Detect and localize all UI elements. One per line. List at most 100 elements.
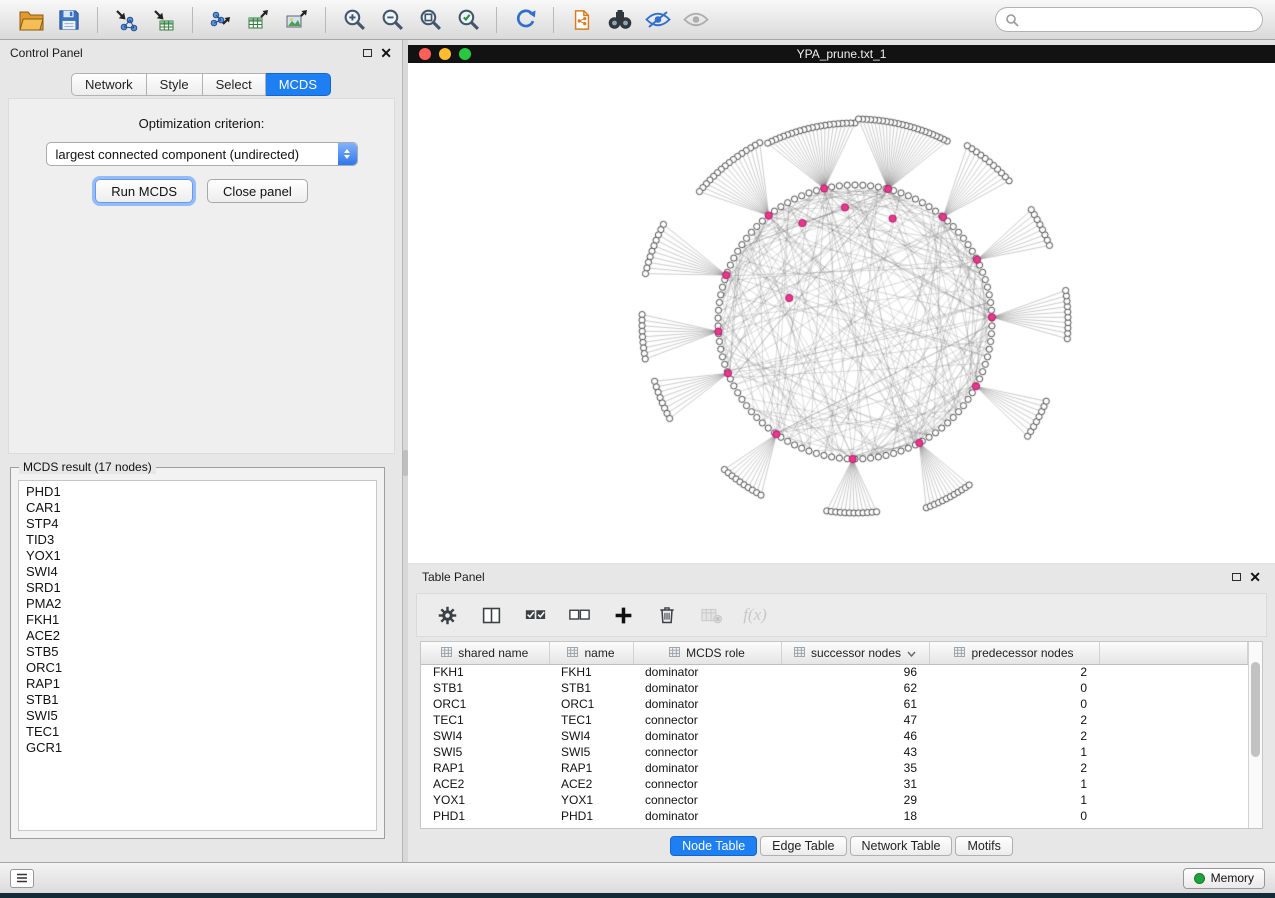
control-panel-close-icon[interactable]: ✕ [380,46,392,60]
criterion-value: largest connected component (undirected) [47,147,300,162]
mcds-result-item[interactable]: SWI4 [26,564,376,580]
mcds-result-item[interactable]: RAP1 [26,676,376,692]
find-button[interactable] [601,4,639,36]
memory-button[interactable]: Memory [1183,868,1265,889]
table-toolbar: f(x) [416,593,1267,637]
node-table[interactable]: shared namenameMCDS rolesuccessor nodesp… [421,642,1248,824]
tab-node-table[interactable]: Node Table [670,836,757,856]
mcds-result-item[interactable]: STB5 [26,644,376,660]
table-row[interactable]: PHD1PHD1dominator180 [421,808,1248,824]
column-header-filler [1099,642,1248,664]
column-header-name[interactable]: name [549,642,633,664]
tab-mcds[interactable]: MCDS [266,73,331,96]
memory-label: Memory [1211,871,1254,885]
float-table-panel-icon[interactable] [1232,573,1241,581]
add-row-button[interactable] [609,599,637,631]
show-graphics-details-button[interactable] [677,4,715,36]
save-session-button[interactable] [50,4,88,36]
table-row[interactable]: SWI4SWI4dominator462 [421,728,1248,744]
export-image-button[interactable] [278,4,316,36]
window-close-icon[interactable] [419,48,431,60]
mcds-result-item[interactable]: CAR1 [26,500,376,516]
table-row[interactable]: STB1STB1dominator620 [421,680,1248,696]
tab-select[interactable]: Select [203,73,266,96]
cell-filler [1099,760,1248,776]
cell-predecessor-nodes: 2 [929,664,1099,680]
function-builder-button[interactable]: f(x) [741,599,769,631]
tab-style[interactable]: Style [147,73,203,96]
close-panel-button[interactable]: Close panel [207,179,308,203]
table-row[interactable]: ORC1ORC1dominator610 [421,696,1248,712]
column-visibility-button[interactable] [697,599,725,631]
export-document-button[interactable] [563,4,601,36]
tab-motifs[interactable]: Motifs [955,836,1012,856]
search-input[interactable] [1025,13,1253,27]
mcds-result-item[interactable]: ORC1 [26,660,376,676]
table-row[interactable]: ACE2ACE2connector311 [421,776,1248,792]
split-view-button[interactable] [477,599,505,631]
tab-network-table[interactable]: Network Table [850,836,953,856]
run-mcds-button[interactable]: Run MCDS [95,179,193,203]
cell-filler [1099,776,1248,792]
hide-graphics-details-button[interactable] [639,4,677,36]
control-panel-header: Control Panel ✕ [0,40,402,66]
tab-network[interactable]: Network [71,73,147,96]
zoom-selected-button[interactable] [449,4,487,36]
float-panel-icon[interactable] [363,49,372,57]
table-scrollbar[interactable] [1248,642,1262,828]
table-settings-button[interactable] [433,599,461,631]
save-icon [58,9,80,31]
network-view[interactable] [408,63,1275,563]
window-zoom-icon[interactable] [459,48,471,60]
status-menu-button[interactable] [10,869,34,888]
export-network-button[interactable] [202,4,240,36]
column-header-shared-name[interactable]: shared name [421,642,549,664]
mcds-result-item[interactable]: ACE2 [26,628,376,644]
apply-layout-button[interactable] [506,4,544,36]
search-box[interactable] [995,7,1263,32]
cell-MCDS-role: dominator [633,808,781,824]
column-header-predecessor-nodes[interactable]: predecessor nodes [929,642,1099,664]
import-network-icon [114,8,138,32]
delete-rows-button[interactable] [653,599,681,631]
table-panel-close-icon[interactable]: ✕ [1249,570,1261,584]
deselect-all-button[interactable] [565,599,593,631]
table-row[interactable]: FKH1FKH1dominator962 [421,664,1248,680]
table-row[interactable]: TEC1TEC1connector472 [421,712,1248,728]
table-row[interactable]: YOX1YOX1connector291 [421,792,1248,808]
mcds-result-item[interactable]: GCR1 [26,740,376,756]
mcds-result-item[interactable]: SRD1 [26,580,376,596]
network-window-titlebar[interactable]: YPA_prune.txt_1 [408,45,1275,63]
zoom-fit-icon [418,7,443,32]
scrollbar-thumb[interactable] [1251,662,1260,757]
column-header-successor-nodes[interactable]: successor nodes [781,642,929,664]
network-canvas[interactable] [408,63,1275,563]
column-header-MCDS-role[interactable]: MCDS role [633,642,781,664]
cell-successor-nodes: 35 [781,760,929,776]
criterion-select[interactable]: largest connected component (undirected) [46,142,358,166]
mcds-result-item[interactable]: PMA2 [26,596,376,612]
tab-edge-table[interactable]: Edge Table [760,836,846,856]
mcds-result-item[interactable]: TEC1 [26,724,376,740]
table-row[interactable]: RAP1RAP1dominator352 [421,760,1248,776]
open-file-button[interactable] [12,4,50,36]
mcds-result-list[interactable]: PHD1CAR1STP4TID3YOX1SWI4SRD1PMA2FKH1ACE2… [18,480,377,831]
mcds-result-item[interactable]: STP4 [26,516,376,532]
mcds-result-item[interactable]: TID3 [26,532,376,548]
cell-name: ORC1 [549,696,633,712]
window-minimize-icon[interactable] [439,48,451,60]
toolbar-separator [192,7,193,33]
export-table-button[interactable] [240,4,278,36]
select-all-button[interactable] [521,599,549,631]
zoom-fit-button[interactable] [411,4,449,36]
import-table-button[interactable] [145,4,183,36]
zoom-out-button[interactable] [373,4,411,36]
mcds-result-item[interactable]: SWI5 [26,708,376,724]
mcds-result-item[interactable]: YOX1 [26,548,376,564]
mcds-result-item[interactable]: PHD1 [26,484,376,500]
import-network-button[interactable] [107,4,145,36]
mcds-result-item[interactable]: STB1 [26,692,376,708]
mcds-result-item[interactable]: FKH1 [26,612,376,628]
zoom-in-button[interactable] [335,4,373,36]
table-row[interactable]: SWI5SWI5connector431 [421,744,1248,760]
